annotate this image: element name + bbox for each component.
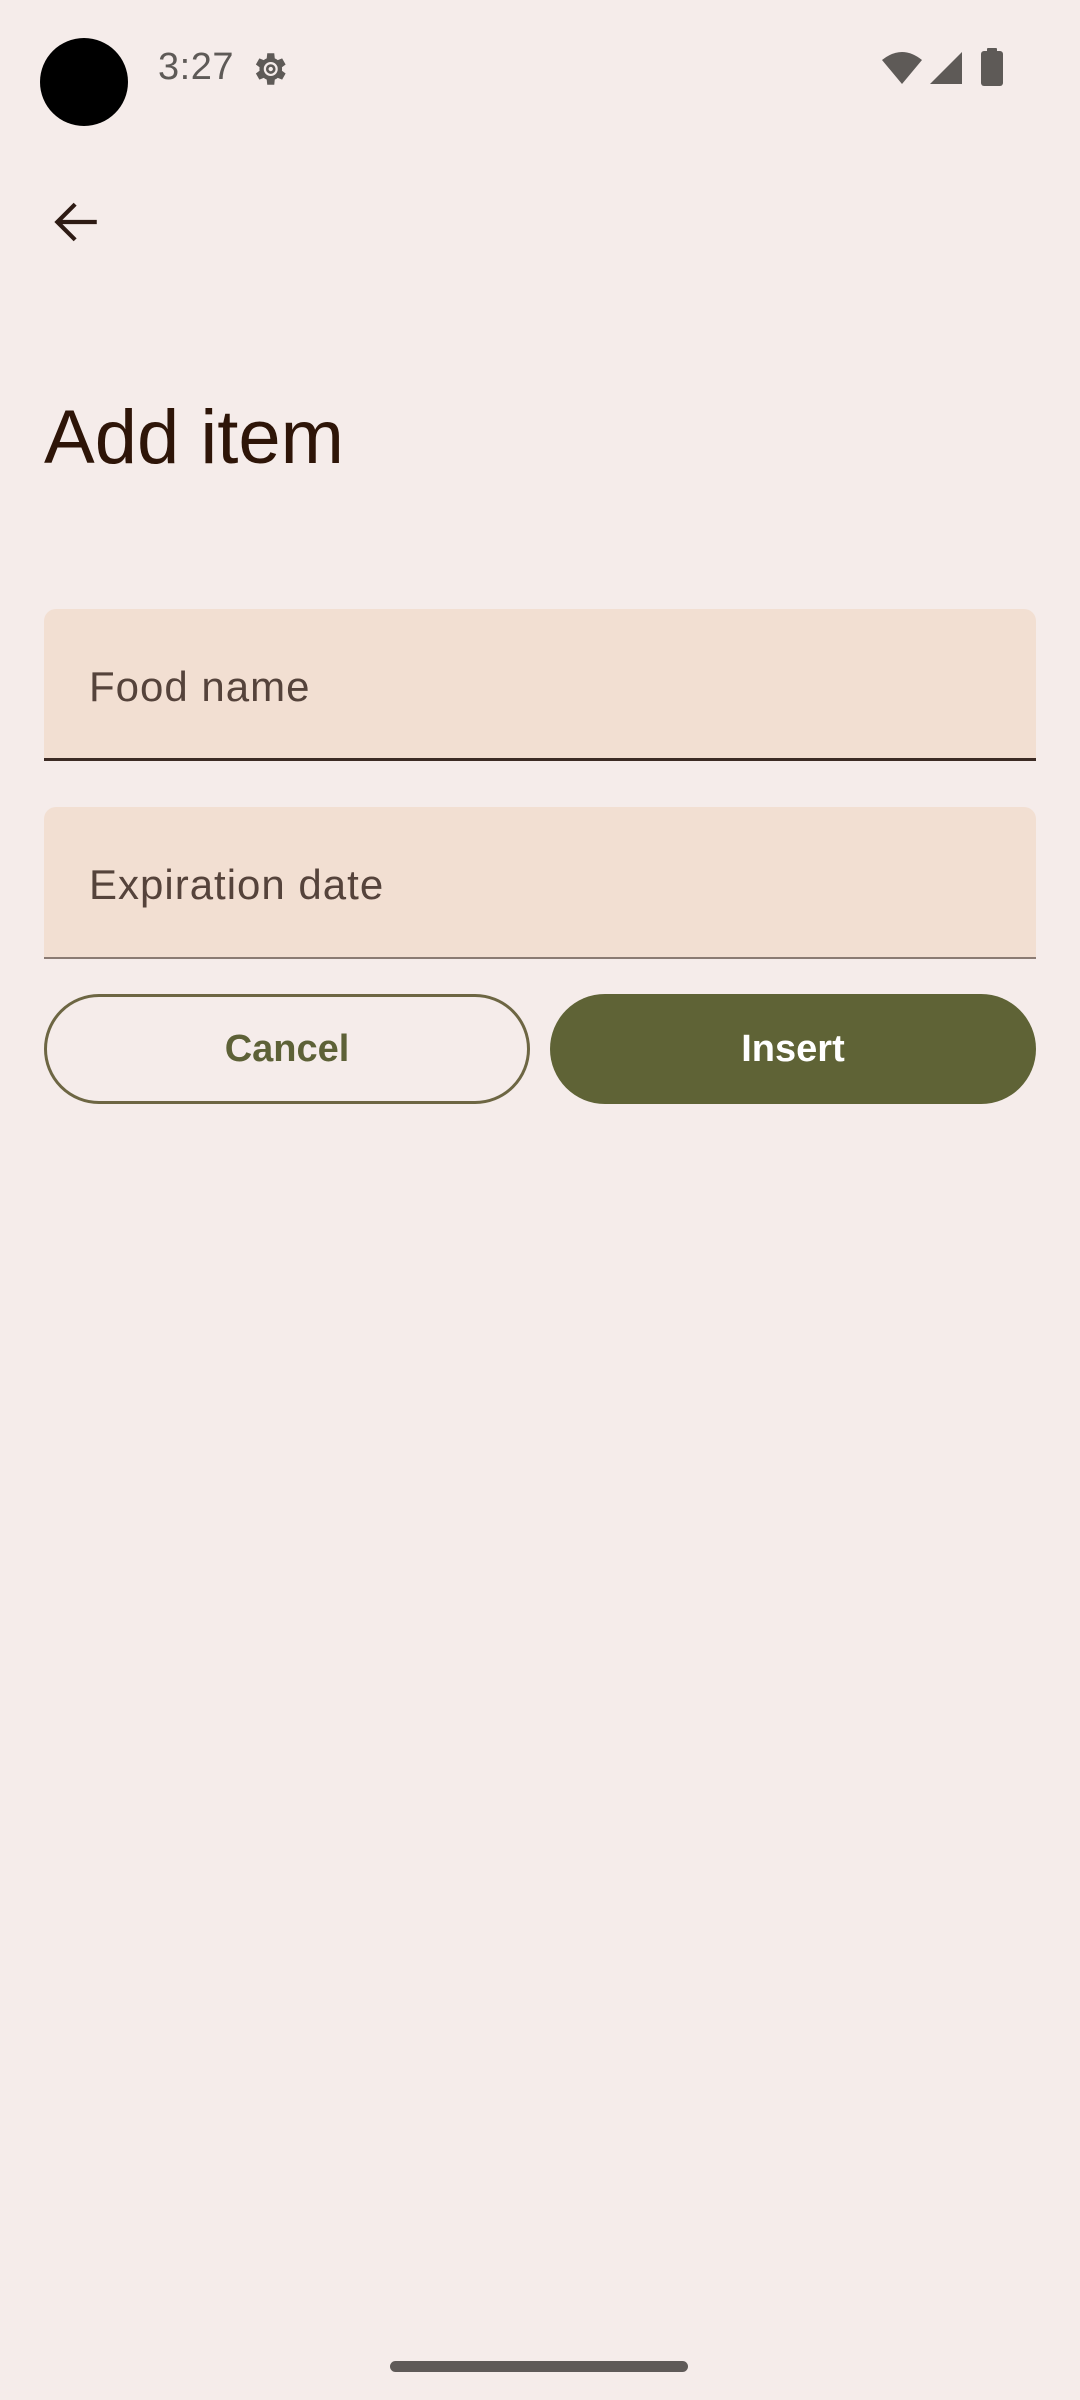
arrow-back-icon: [54, 202, 97, 242]
expiration-date-field[interactable]: Expiration date: [44, 807, 1036, 959]
wifi-icon: [882, 52, 922, 84]
cellular-signal-icon: [930, 52, 962, 84]
back-button[interactable]: [28, 174, 124, 270]
page-title: Add item: [44, 395, 344, 480]
home-gesture-bar[interactable]: [390, 2361, 688, 2372]
battery-icon: [981, 48, 1003, 86]
camera-cutout: [40, 38, 128, 126]
settings-gear-icon: [255, 53, 286, 85]
status-time: 3:27: [158, 46, 234, 88]
food-name-field[interactable]: Food name: [44, 609, 1036, 761]
cancel-button[interactable]: Cancel: [44, 994, 530, 1104]
insert-button[interactable]: Insert: [550, 994, 1036, 1104]
status-bar: 3:27: [0, 0, 1080, 136]
food-name-label: Food name: [89, 663, 311, 710]
expiration-date-label: Expiration date: [89, 861, 385, 908]
